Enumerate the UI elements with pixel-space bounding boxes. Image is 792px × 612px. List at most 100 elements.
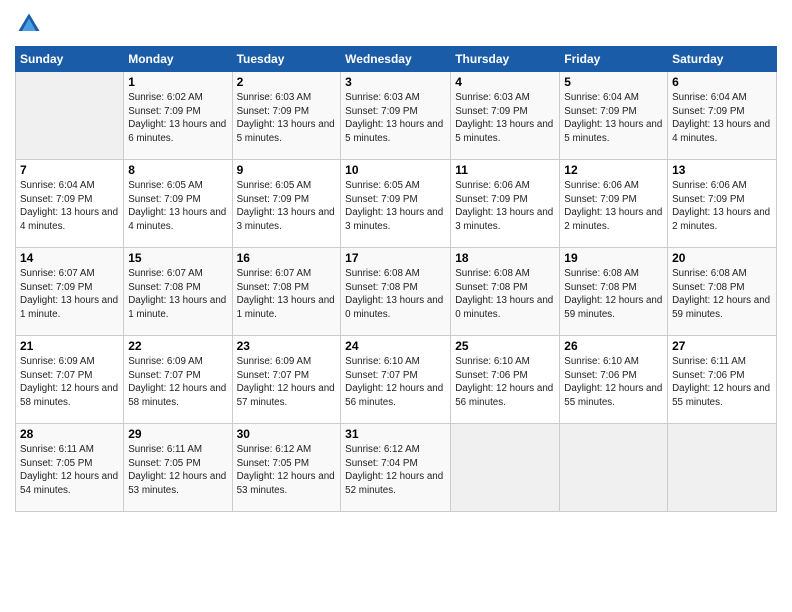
weekday-header-row: SundayMondayTuesdayWednesdayThursdayFrid… xyxy=(16,47,777,72)
sunrise-time: Sunrise: 6:08 AM xyxy=(455,268,530,279)
day-number: 16 xyxy=(237,251,337,265)
sunrise-time: Sunrise: 6:08 AM xyxy=(345,268,420,279)
day-number: 27 xyxy=(672,339,772,353)
weekday-header-tuesday: Tuesday xyxy=(232,47,341,72)
sunset-time: Sunset: 7:09 PM xyxy=(345,106,417,117)
calendar-cell: 8 Sunrise: 6:05 AMSunset: 7:09 PMDaylight… xyxy=(124,160,232,248)
calendar-cell: 14Sunrise: 6:07 AMSunset: 7:09 PMDayligh… xyxy=(16,248,124,336)
day-info: Sunrise: 6:03 AMSunset: 7:09 PMDaylight:… xyxy=(237,91,337,146)
sunset-time: Sunset: 7:06 PM xyxy=(672,370,744,381)
day-info: Sunrise: 6:11 AMSunset: 7:06 PMDaylight:… xyxy=(672,355,772,410)
sunrise-time: Sunrise: 6:04 AM xyxy=(20,180,95,191)
daylight-hours: Daylight: 12 hours and 55 minutes. xyxy=(564,383,662,408)
calendar-cell: 23Sunrise: 6:09 AMSunset: 7:07 PMDayligh… xyxy=(232,336,341,424)
day-number: 13 xyxy=(672,163,772,177)
sunrise-time: Sunrise: 6:07 AM xyxy=(128,268,203,279)
calendar-cell: 4 Sunrise: 6:03 AMSunset: 7:09 PMDaylight… xyxy=(451,72,560,160)
calendar-cell: 10Sunrise: 6:05 AMSunset: 7:09 PMDayligh… xyxy=(341,160,451,248)
sunset-time: Sunset: 7:09 PM xyxy=(672,106,744,117)
day-info: Sunrise: 6:12 AMSunset: 7:04 PMDaylight:… xyxy=(345,443,446,498)
day-number: 8 xyxy=(128,163,227,177)
daylight-hours: Daylight: 12 hours and 54 minutes. xyxy=(20,471,118,496)
daylight-hours: Daylight: 12 hours and 58 minutes. xyxy=(20,383,118,408)
calendar-cell: 30Sunrise: 6:12 AMSunset: 7:05 PMDayligh… xyxy=(232,424,341,512)
day-number: 11 xyxy=(455,163,555,177)
daylight-hours: Daylight: 13 hours and 4 minutes. xyxy=(20,207,118,232)
day-number: 5 xyxy=(564,75,663,89)
day-number: 22 xyxy=(128,339,227,353)
daylight-hours: Daylight: 13 hours and 3 minutes. xyxy=(237,207,335,232)
daylight-hours: Daylight: 12 hours and 55 minutes. xyxy=(672,383,770,408)
daylight-hours: Daylight: 12 hours and 59 minutes. xyxy=(672,295,770,320)
calendar-week-2: 7Sunrise: 6:04 AMSunset: 7:09 PMDaylight… xyxy=(16,160,777,248)
daylight-hours: Daylight: 13 hours and 2 minutes. xyxy=(672,207,770,232)
day-number: 4 xyxy=(455,75,555,89)
calendar-cell: 29Sunrise: 6:11 AMSunset: 7:05 PMDayligh… xyxy=(124,424,232,512)
daylight-hours: Daylight: 13 hours and 3 minutes. xyxy=(455,207,553,232)
day-number: 6 xyxy=(672,75,772,89)
day-info: Sunrise: 6:07 AMSunset: 7:08 PMDaylight:… xyxy=(128,267,227,322)
sunrise-time: Sunrise: 6:09 AM xyxy=(20,356,95,367)
calendar-table: SundayMondayTuesdayWednesdayThursdayFrid… xyxy=(15,46,777,512)
calendar-cell xyxy=(668,424,777,512)
sunset-time: Sunset: 7:07 PM xyxy=(237,370,309,381)
calendar-cell: 17 Sunrise: 6:08 AMSunset: 7:08 PMDayligh… xyxy=(341,248,451,336)
daylight-hours: Daylight: 13 hours and 2 minutes. xyxy=(564,207,662,232)
calendar-cell: 18Sunrise: 6:08 AMSunset: 7:08 PMDayligh… xyxy=(451,248,560,336)
daylight-hours: Daylight: 12 hours and 58 minutes. xyxy=(128,383,226,408)
daylight-hours: Daylight: 13 hours and 5 minutes. xyxy=(345,119,443,144)
day-number: 20 xyxy=(672,251,772,265)
sunrise-time: Sunrise: 6:05 AM xyxy=(128,180,203,191)
calendar-week-3: 14Sunrise: 6:07 AMSunset: 7:09 PMDayligh… xyxy=(16,248,777,336)
sunset-time: Sunset: 7:09 PM xyxy=(20,282,92,293)
daylight-hours: Daylight: 13 hours and 0 minutes. xyxy=(345,295,443,320)
calendar-cell: 1Sunrise: 6:02 AMSunset: 7:09 PMDaylight… xyxy=(124,72,232,160)
calendar-cell: 12Sunrise: 6:06 AMSunset: 7:09 PMDayligh… xyxy=(560,160,668,248)
day-info: Sunrise: 6:05 AMSunset: 7:09 PMDaylight:… xyxy=(237,179,337,234)
sunset-time: Sunset: 7:07 PM xyxy=(128,370,200,381)
day-info: Sunrise: 6:03 AMSunset: 7:09 PMDaylight:… xyxy=(455,91,555,146)
sunrise-time: Sunrise: 6:07 AM xyxy=(237,268,312,279)
sunrise-time: Sunrise: 6:07 AM xyxy=(20,268,95,279)
day-number: 29 xyxy=(128,427,227,441)
sunrise-time: Sunrise: 6:05 AM xyxy=(237,180,312,191)
day-info: Sunrise: 6:07 AM Sunset: 7:09 PM Daylight:… xyxy=(20,267,119,322)
daylight-hours: Daylight: 13 hours and 1 minute. xyxy=(20,295,118,320)
day-info: Sunrise: 6:04 AMSunset: 7:09 PMDaylight:… xyxy=(564,91,663,146)
day-info: Sunrise: 6:06 AMSunset: 7:09 PMDaylight:… xyxy=(672,179,772,234)
sunrise-time: Sunrise: 6:06 AM xyxy=(455,180,530,191)
daylight-hours: Daylight: 12 hours and 53 minutes. xyxy=(128,471,226,496)
day-info: Sunrise: 6:08 AMSunset: 7:08 PMDaylight:… xyxy=(564,267,663,322)
sunset-time: Sunset: 7:09 PM xyxy=(564,106,636,117)
sunrise-time: Sunrise: 6:03 AM xyxy=(237,92,312,103)
sunrise-time: Sunrise: 6:09 AM xyxy=(237,356,312,367)
day-info: Sunrise: 6:09 AMSunset: 7:07 PMDaylight:… xyxy=(20,355,119,410)
day-info: Sunrise: 6:09 AMSunset: 7:07 PMDaylight:… xyxy=(237,355,337,410)
day-number: 15 xyxy=(128,251,227,265)
day-info: Sunrise: 6:05 AMSunset: 7:09 PMDaylight:… xyxy=(345,179,446,234)
daylight-hours: Daylight: 12 hours and 53 minutes. xyxy=(237,471,335,496)
sunset-time: Sunset: 7:05 PM xyxy=(20,458,92,469)
calendar-cell: 13 Sunrise: 6:06 AMSunset: 7:09 PMDayligh… xyxy=(668,160,777,248)
calendar-cell: 11Sunrise: 6:06 AMSunset: 7:09 PMDayligh… xyxy=(451,160,560,248)
calendar-cell xyxy=(560,424,668,512)
day-info: Sunrise: 6:05 AMSunset: 7:09 PMDaylight:… xyxy=(128,179,227,234)
sunrise-time: Sunrise: 6:10 AM xyxy=(345,356,420,367)
daylight-hours: Daylight: 12 hours and 52 minutes. xyxy=(345,471,443,496)
day-number: 12 xyxy=(564,163,663,177)
sunrise-time: Sunrise: 6:04 AM xyxy=(564,92,639,103)
day-info: Sunrise: 6:08 AMSunset: 7:08 PMDaylight:… xyxy=(345,267,446,322)
day-number: 1 xyxy=(128,75,227,89)
day-number: 17 xyxy=(345,251,446,265)
sunrise-time: Sunrise: 6:11 AM xyxy=(20,444,94,455)
day-info: Sunrise: 6:04 AMSunset: 7:09 PMDaylight:… xyxy=(20,179,119,234)
calendar-cell: 28Sunrise: 6:11 AMSunset: 7:05 PMDayligh… xyxy=(16,424,124,512)
daylight-hours: Daylight: 13 hours and 3 minutes. xyxy=(345,207,443,232)
sunrise-time: Sunrise: 6:06 AM xyxy=(672,180,747,191)
sunset-time: Sunset: 7:09 PM xyxy=(455,106,527,117)
day-number: 9 xyxy=(237,163,337,177)
sunset-time: Sunset: 7:09 PM xyxy=(564,194,636,205)
page-header xyxy=(15,10,777,38)
calendar-cell: 22Sunrise: 6:09 AMSunset: 7:07 PMDayligh… xyxy=(124,336,232,424)
day-info: Sunrise: 6:07 AMSunset: 7:08 PMDaylight:… xyxy=(237,267,337,322)
